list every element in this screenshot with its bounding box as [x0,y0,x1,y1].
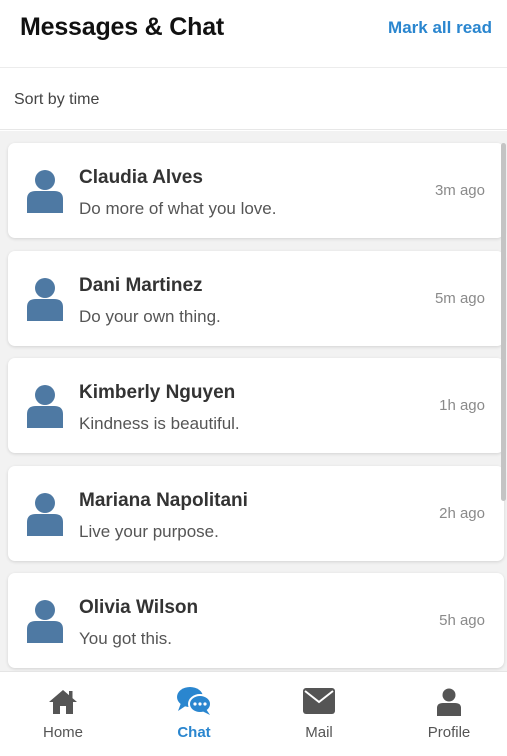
page-title: Messages & Chat [20,13,225,41]
message-time: 2h ago [439,505,485,522]
contact-name: Claudia Alves [79,167,203,188]
mark-all-read-button[interactable]: Mark all read [388,18,492,38]
message-preview: Do more of what you love. [79,199,277,218]
bottom-tab-bar: Home Chat Mail Profile [0,671,507,756]
contact-name: Mariana Napolitani [79,490,248,511]
tab-profile[interactable]: Profile [386,672,507,756]
message-card[interactable]: Dani Martinez Do your own thing. 5m ago [8,251,504,346]
sort-by-time-button[interactable]: Sort by time [14,91,99,109]
user-avatar-icon [27,278,63,321]
message-card[interactable]: Claudia Alves Do more of what you love. … [8,143,504,238]
profile-icon [437,688,461,716]
contact-name: Olivia Wilson [79,597,199,618]
chat-bubbles-icon [177,687,212,715]
message-time: 5h ago [439,612,485,629]
tab-chat[interactable]: Chat [131,672,257,756]
message-preview: You got this. [79,629,172,648]
user-avatar-icon [27,385,63,428]
contact-name: Dani Martinez [79,275,203,296]
home-icon [49,690,77,714]
user-avatar-icon [27,493,63,536]
tab-label: Mail [305,724,333,741]
message-time: 1h ago [439,397,485,414]
contact-name: Kimberly Nguyen [79,382,236,403]
mail-icon [303,688,335,714]
tab-label: Profile [427,724,471,741]
scrollbar[interactable] [501,143,506,501]
app-header: Messages & Chat Mark all read [0,0,507,68]
user-avatar-icon [27,170,63,213]
message-preview: Live your purpose. [79,522,219,541]
sort-bar: Sort by time [0,69,507,130]
message-list[interactable]: Claudia Alves Do more of what you love. … [0,131,507,671]
user-avatar-icon [27,600,63,643]
tab-home[interactable]: Home [0,672,126,756]
tab-label: Chat [177,724,211,741]
message-card[interactable]: Olivia Wilson You got this. 5h ago [8,573,504,668]
tab-label: Home [42,724,83,741]
message-card[interactable]: Mariana Napolitani Live your purpose. 2h… [8,466,504,561]
message-time: 5m ago [434,290,485,307]
message-preview: Kindness is beautiful. [79,414,240,433]
message-card[interactable]: Kimberly Nguyen Kindness is beautiful. 1… [8,358,504,453]
message-time: 3m ago [434,182,485,199]
message-preview: Do your own thing. [79,307,221,326]
tab-mail[interactable]: Mail [256,672,382,756]
